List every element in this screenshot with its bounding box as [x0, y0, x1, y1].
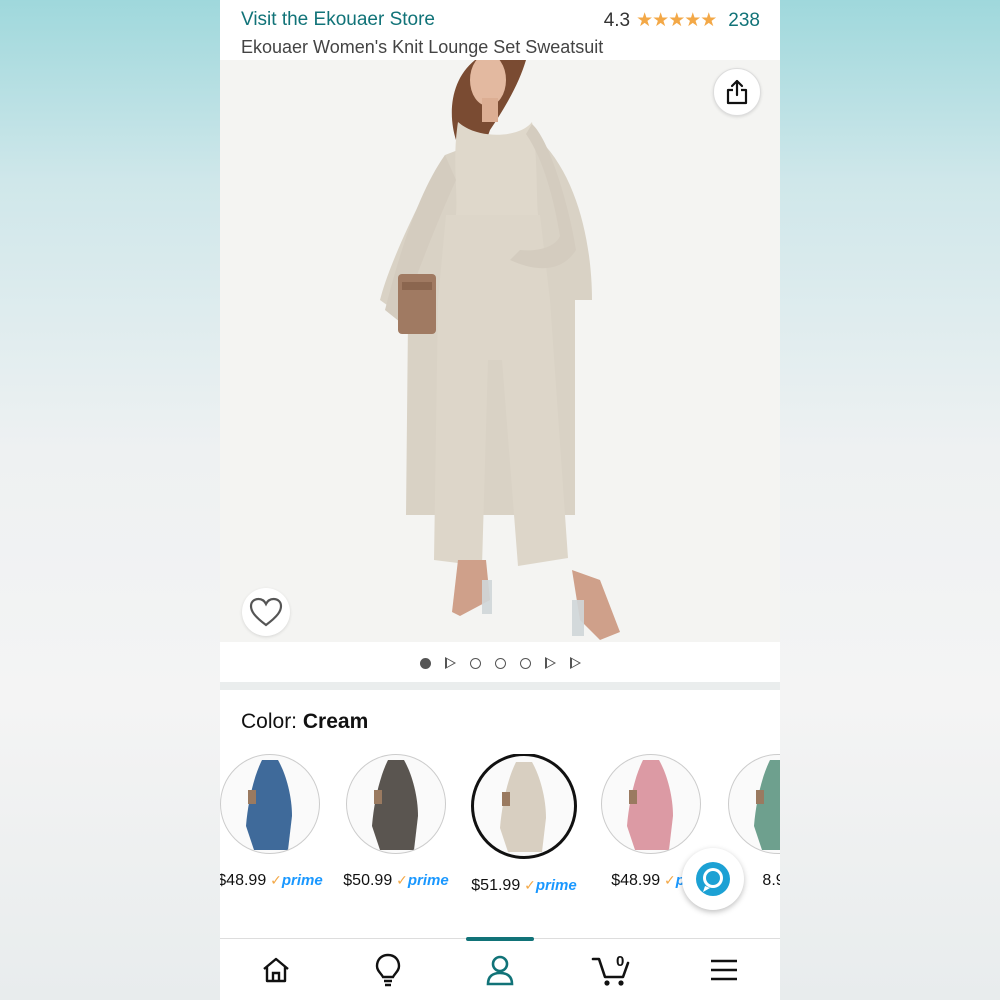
image-pagination[interactable] [220, 650, 780, 676]
selected-color-name: Cream [302, 710, 369, 733]
color-swatch-charcoal[interactable]: $50.99 ✓prime [331, 754, 461, 890]
swatch-image [728, 754, 780, 854]
prime-check-icon: ✓ [392, 872, 408, 888]
page-dot[interactable] [494, 657, 506, 669]
star-rating-icon: ★★★★★ [636, 10, 717, 31]
prime-check-icon: ✓ [660, 872, 676, 888]
color-selection-label: Color: Cream [241, 710, 368, 734]
product-title: Ekouaer Women's Knit Lounge Set Sweatsui… [241, 37, 604, 57]
alexa-button[interactable] [682, 848, 744, 910]
visit-store-link[interactable]: Visit the Ekouaer Store [241, 9, 435, 31]
color-label-prefix: Color: [241, 710, 298, 733]
swatch-price: $51.99 [471, 877, 521, 894]
swatch-price: $48.99 [611, 872, 661, 889]
color-swatch-blue[interactable]: $48.99 ✓prime [220, 754, 335, 890]
prime-badge: prime [535, 877, 577, 894]
video-play-icon[interactable] [569, 657, 581, 669]
cart-count-badge: 0 [616, 953, 625, 970]
swatch-image [346, 754, 446, 854]
swatch-price: $48.99 [220, 872, 267, 889]
prime-check-icon: ✓ [520, 877, 536, 893]
nav-cart[interactable]: 0 [556, 939, 668, 1000]
user-icon [486, 955, 514, 986]
heart-icon [249, 597, 283, 627]
cart-icon [591, 957, 630, 986]
nav-menu[interactable] [668, 939, 780, 1000]
share-button[interactable] [713, 68, 761, 116]
swatch-image [220, 754, 320, 854]
home-icon [263, 957, 289, 983]
nav-account[interactable] [444, 937, 556, 1000]
page-dot[interactable] [519, 657, 531, 669]
product-header: Visit the Ekouaer Store 4.3 ★★★★★ 238 Ek… [220, 0, 780, 60]
lightbulb-icon [375, 953, 401, 987]
page-dot[interactable] [469, 657, 481, 669]
page-dot-active[interactable] [419, 657, 431, 669]
swatch-price: 8.99 [762, 872, 780, 889]
alexa-icon [696, 862, 730, 896]
review-count[interactable]: 238 [728, 10, 760, 32]
prime-check-icon: ✓ [266, 872, 282, 888]
color-swatch-cream[interactable]: $51.99 ✓prime [459, 754, 589, 895]
share-icon [726, 79, 748, 105]
video-play-icon[interactable] [444, 657, 456, 669]
rating-score: 4.3 [603, 9, 631, 31]
product-page: Visit the Ekouaer Store 4.3 ★★★★★ 238 Ek… [220, 0, 780, 1000]
swatch-image [601, 754, 701, 854]
product-image-gallery[interactable] [220, 60, 780, 642]
bottom-navigation: 0 [220, 937, 780, 1000]
swatch-price: $50.99 [343, 872, 393, 889]
nav-home[interactable] [220, 939, 332, 1000]
prime-badge: prime [281, 872, 323, 889]
swatch-image [471, 754, 577, 859]
section-divider [220, 682, 780, 690]
nav-inspire[interactable] [332, 939, 444, 1000]
add-to-wishlist-button[interactable] [242, 588, 290, 636]
prime-badge: prime [407, 872, 449, 889]
hamburger-menu-icon [711, 959, 737, 981]
product-image [220, 60, 780, 642]
video-play-icon[interactable] [544, 657, 556, 669]
rating-summary[interactable]: 4.3 ★★★★★ 238 [604, 9, 760, 32]
